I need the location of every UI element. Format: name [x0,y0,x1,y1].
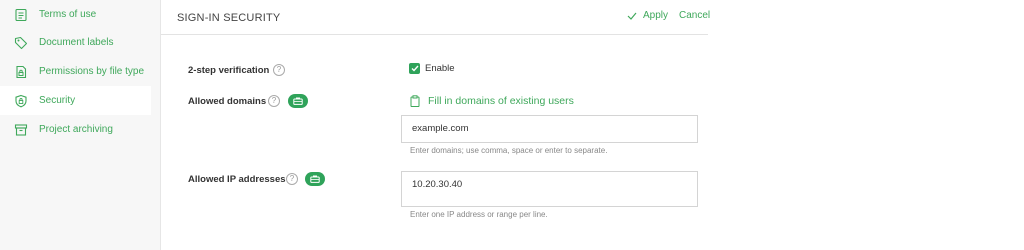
enable-label[interactable]: Enable [425,63,455,74]
shield-icon [13,93,28,108]
sidebar-item-security[interactable]: Security [0,86,151,115]
check-icon [627,12,637,20]
sidebar-item-label: Document labels [39,37,114,48]
sidebar: Terms of use Document labels Permissions… [0,0,161,250]
archive-icon [13,122,28,137]
sidebar-item-label: Project archiving [39,124,113,135]
page-title: SIGN-IN SECURITY [177,12,281,24]
allowed-domains-label: Allowed domains [188,96,267,107]
sidebar-item-label: Terms of use [39,9,97,20]
document-text-icon [13,7,28,22]
sidebar-item-document-labels[interactable]: Document labels [0,28,151,57]
allowed-ip-addresses-hint: Enter one IP address or range per line. [410,210,548,219]
enable-2fa-checkbox[interactable] [409,63,420,74]
help-icon[interactable]: ? [268,95,280,107]
allowed-ip-addresses-label: Allowed IP addresses [188,174,286,185]
clipboard-icon [410,95,420,107]
sidebar-item-terms-of-use[interactable]: Terms of use [0,0,151,29]
sidebar-item-label: Security [39,95,76,106]
tag-icon [13,35,28,50]
two-step-verification-label: 2-step verification [188,65,270,76]
sidebar-item-permissions-by-file-type[interactable]: Permissions by file type [0,57,151,86]
apply-label: Apply [643,10,669,21]
allowed-ip-addresses-textarea[interactable]: 10.20.30.40 [401,171,698,207]
allowed-domains-hint: Enter domains; use comma, space or enter… [410,146,608,155]
sidebar-item-label: Permissions by file type [39,66,145,77]
help-icon[interactable]: ? [286,173,298,185]
allowed-domains-input[interactable]: example.com [401,115,698,143]
apply-button[interactable]: Apply [627,10,668,21]
business-badge-icon [288,94,308,108]
fill-domains-label: Fill in domains of existing users [428,95,574,107]
business-badge-icon [305,172,325,186]
help-icon[interactable]: ? [273,64,285,76]
sidebar-item-project-archiving[interactable]: Project archiving [0,115,151,144]
fill-domains-link[interactable]: Fill in domains of existing users [410,95,574,107]
checkmark-icon [411,65,419,72]
settings-header: SIGN-IN SECURITY Apply Cancel [161,0,710,35]
file-lock-icon [13,64,28,79]
cancel-button[interactable]: Cancel [679,10,710,21]
